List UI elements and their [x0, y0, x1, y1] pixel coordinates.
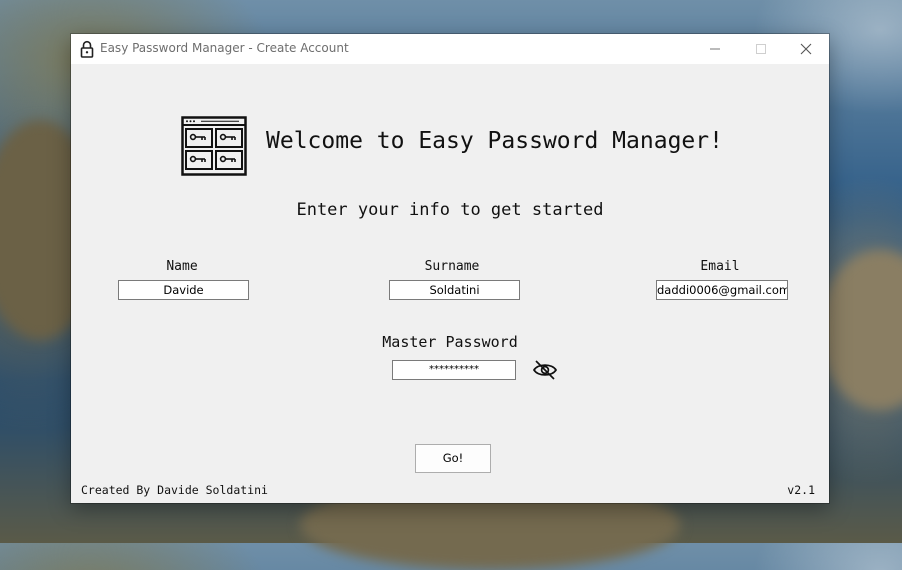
app-window: Easy Password Manager - Create Account W…: [71, 34, 829, 503]
title-bar[interactable]: Easy Password Manager - Create Account: [71, 34, 829, 64]
email-field[interactable]: [656, 280, 788, 300]
desktop-wallpaper-rock: [820, 250, 902, 410]
name-field[interactable]: [118, 280, 249, 300]
version-label: v2.1: [787, 483, 815, 497]
email-label: Email: [700, 259, 740, 274]
minimize-button[interactable]: [692, 34, 738, 64]
surname-field[interactable]: [389, 280, 520, 300]
name-label: Name: [166, 259, 198, 274]
window-title: Easy Password Manager - Create Account: [100, 41, 349, 55]
close-button[interactable]: [783, 34, 829, 64]
maximize-icon: [756, 44, 766, 54]
surname-label: Surname: [424, 259, 480, 274]
master-password-label: Master Password: [382, 333, 518, 351]
welcome-heading: Welcome to Easy Password Manager!: [266, 128, 723, 154]
lock-icon: [80, 40, 94, 58]
footer-credit: Created By Davide Soldatini: [81, 483, 268, 497]
password-manager-logo-icon: [181, 116, 247, 176]
create-account-form: Welcome to Easy Password Manager! Enter …: [71, 64, 829, 503]
go-button[interactable]: Go!: [415, 444, 491, 473]
minimize-icon: [710, 48, 720, 50]
close-icon: [800, 43, 812, 55]
form-subtitle: Enter your info to get started: [296, 200, 604, 220]
maximize-button[interactable]: [738, 34, 784, 64]
eye-slash-icon[interactable]: [532, 358, 558, 382]
master-password-field[interactable]: [392, 360, 516, 380]
